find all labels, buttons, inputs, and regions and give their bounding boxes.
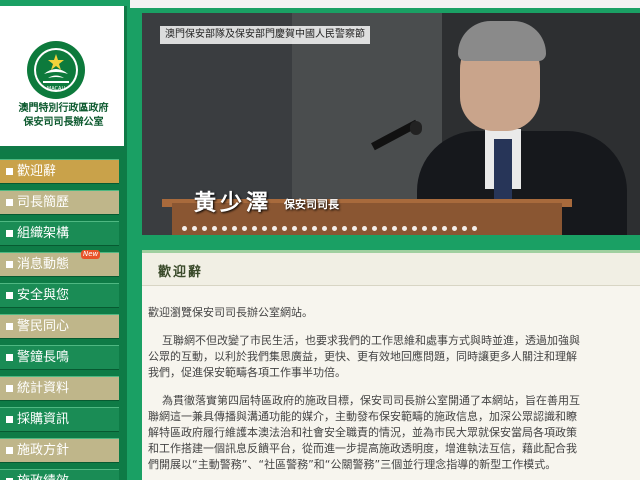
slide-dot[interactable] bbox=[342, 226, 347, 231]
org-name-line2: 保安司司長辦公室 bbox=[23, 117, 104, 128]
slide-dot[interactable] bbox=[362, 226, 367, 231]
content-title: 歡迎辭 bbox=[158, 265, 204, 280]
paragraph-line: 聯網這一兼具傳播與溝通功能的媒介，主動發布保安範疇的施政信息，加深公眾認識和瞭 bbox=[148, 410, 577, 423]
nav-item-2[interactable]: 組織架構 bbox=[0, 221, 119, 246]
content-header: 歡迎辭 bbox=[142, 253, 640, 286]
slide-dot[interactable] bbox=[302, 226, 307, 231]
nav-bullet-icon bbox=[6, 261, 13, 268]
slide-dot[interactable] bbox=[242, 226, 247, 231]
nav-item-8[interactable]: 採購資訊 bbox=[0, 407, 119, 432]
banner-slideshow[interactable]: 澳門保安部隊及保安部門慶賀中國人民警察節 黃少澤 保安司司長 bbox=[142, 13, 640, 235]
org-name-line1: 澳門特別行政區政府 bbox=[18, 103, 109, 114]
slide-dot[interactable] bbox=[292, 226, 297, 231]
nav-item-label: 歡迎辭 bbox=[17, 164, 57, 179]
macau-emblem-icon[interactable]: MACAU bbox=[26, 40, 86, 100]
nav-item-label: 警民同心 bbox=[17, 319, 70, 334]
slide-dot[interactable] bbox=[282, 226, 287, 231]
slide-dot[interactable] bbox=[382, 226, 387, 231]
slide-dot[interactable] bbox=[252, 226, 257, 231]
slide-dot[interactable] bbox=[312, 226, 317, 231]
paragraph-line: 們開展以“主動警務”、“社區警務”和“公關警務”三個並行理念指導的新型工作模式。 bbox=[148, 458, 557, 471]
nav-item-label: 統計資料 bbox=[17, 381, 70, 396]
slide-dot[interactable] bbox=[442, 226, 447, 231]
nav-bullet-icon bbox=[6, 385, 13, 392]
nav-item-7[interactable]: 統計資料 bbox=[0, 376, 119, 401]
nav-item-label: 施政績效 bbox=[17, 474, 69, 480]
paragraph-line: 為貫徹落實第四屆特區政府的施政目標，保安司司長辦公室開通了本網站，旨在善用互 bbox=[162, 394, 580, 407]
page: MACAU 澳門特別行政區政府 保安司司長辦公室 歡迎辭 司長簡歷 組織架構 消息動態… bbox=[0, 0, 640, 480]
slide-dot[interactable] bbox=[462, 226, 467, 231]
slide-dot[interactable] bbox=[212, 226, 217, 231]
slide-dot[interactable] bbox=[232, 226, 237, 231]
slide-dot[interactable] bbox=[392, 226, 397, 231]
nav-item-label: 消息動態 bbox=[17, 257, 70, 272]
emblem-text: MACAU bbox=[47, 86, 66, 92]
paragraph-line: 公眾的互動，以利於我們集思廣益，更快、更有效地回應問題，同時讓更多人關注和理解 bbox=[148, 350, 577, 363]
nav-bullet-icon bbox=[6, 199, 13, 206]
nav-bullet-icon bbox=[6, 230, 13, 237]
nav-bullet-icon bbox=[6, 292, 13, 299]
slide-dot[interactable] bbox=[222, 226, 227, 231]
nav-item-6[interactable]: 警鐘長鳴 bbox=[0, 345, 119, 370]
nav-item-0[interactable]: 歡迎辭 bbox=[0, 159, 119, 184]
nav-item-label: 安全與您 bbox=[17, 288, 70, 303]
slide-dot[interactable] bbox=[422, 226, 427, 231]
nav-bullet-icon bbox=[6, 354, 13, 361]
nav-item-1[interactable]: 司長簡歷 bbox=[0, 190, 119, 215]
slide-dot[interactable] bbox=[452, 226, 457, 231]
banner-caption: 澳門保安部隊及保安部門慶賀中國人民警察節 bbox=[160, 26, 370, 44]
nav-item-9[interactable]: 施政方針 bbox=[0, 438, 119, 463]
slide-indicator bbox=[142, 226, 640, 234]
sidebar-nav: 歡迎辭司長簡歷組織架構消息動態 New 安全與您警民同心警鐘長鳴統計資料採購資訊施政… bbox=[0, 152, 127, 480]
slide-dot[interactable] bbox=[322, 226, 327, 231]
slide-dot[interactable] bbox=[352, 226, 357, 231]
banner-top-strip bbox=[130, 0, 640, 8]
nav-item-4[interactable]: 安全與您 bbox=[0, 283, 119, 308]
nav-item-3[interactable]: 消息動態 New bbox=[0, 250, 119, 277]
nav-bullet-icon bbox=[6, 323, 13, 330]
nav-item-label: 警鐘長鳴 bbox=[17, 350, 70, 365]
speaker-name: 黃少澤 bbox=[194, 191, 273, 216]
nav-item-label: 司長簡歷 bbox=[17, 195, 70, 210]
slide-dot[interactable] bbox=[372, 226, 377, 231]
new-badge: New bbox=[81, 250, 101, 259]
nav-bullet-icon bbox=[6, 416, 13, 423]
slide-dot[interactable] bbox=[262, 226, 267, 231]
slide-dot[interactable] bbox=[472, 226, 477, 231]
paragraph-line: 歡迎瀏覽保安司司長辦公室網站。 bbox=[148, 306, 313, 319]
paragraph-line: 我們，促進保安範疇各項工作事半功倍。 bbox=[148, 366, 346, 379]
slide-dot[interactable] bbox=[412, 226, 417, 231]
slide-dot[interactable] bbox=[332, 226, 337, 231]
slide-dot[interactable] bbox=[192, 226, 197, 231]
slide-dot[interactable] bbox=[182, 226, 187, 231]
nav-item-label: 施政方針 bbox=[17, 443, 70, 458]
nav-item-label: 組織架構 bbox=[17, 226, 70, 241]
paragraph-line: 解特區政府履行維護本澳法治和社會安全職責的情況，並為市民大眾就保安當局各項政策 bbox=[148, 426, 577, 439]
nav-item-label: 採購資訊 bbox=[17, 412, 70, 427]
nav-bullet-icon bbox=[6, 447, 13, 454]
logo-panel: MACAU 澳門特別行政區政府 保安司司長辦公室 bbox=[0, 6, 127, 146]
paragraph-line: 互聯網不但改變了市民生活，也要求我們的工作思維和處事方式與時並進，透過加強與 bbox=[162, 334, 580, 347]
slide-dot[interactable] bbox=[402, 226, 407, 231]
slide-dot[interactable] bbox=[272, 226, 277, 231]
slide-dot[interactable] bbox=[432, 226, 437, 231]
slide-dot[interactable] bbox=[202, 226, 207, 231]
nav-item-5[interactable]: 警民同心 bbox=[0, 314, 119, 339]
speaker-title: 保安司司長 bbox=[284, 198, 339, 211]
nav-item-10[interactable]: 施政績效 bbox=[0, 469, 119, 480]
welcome-content: 歡迎辭 歡迎瀏覽保安司司長辦公室網站。互聯網不但改變了市民生活，也要求我們的工作… bbox=[142, 250, 640, 480]
paragraph-line: 和工作搭建一個訊息反饋平台，從而進一步提高施政透明度，增進執法互信，藉此配合我 bbox=[148, 442, 577, 455]
nav-bullet-icon bbox=[6, 168, 13, 175]
